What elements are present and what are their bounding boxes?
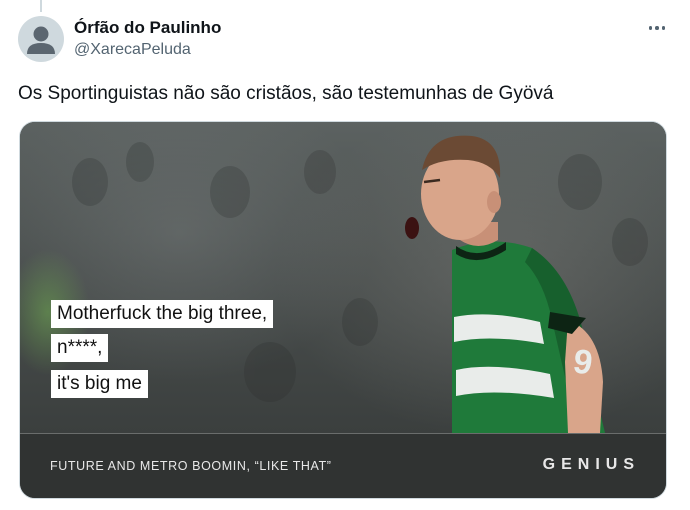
thread-connector-line xyxy=(40,0,42,12)
song-caption: FUTURE AND METRO BOOMIN, “LIKE THAT” xyxy=(50,459,332,473)
lyric-line-1: Motherfuck the big three, xyxy=(51,300,274,328)
lyric-line-3: it's big me xyxy=(51,370,148,398)
avatar[interactable] xyxy=(18,16,64,62)
display-name[interactable]: Órfão do Paulinho xyxy=(74,18,221,38)
tweet-text: Os Sportinguistas não são cristãos, são … xyxy=(18,83,554,104)
lyric-line-2: n****, xyxy=(51,334,109,362)
media-card[interactable]: 9 Motherfuck the big three, n****, it's … xyxy=(19,121,667,499)
more-dots-icon xyxy=(655,26,659,30)
user-handle[interactable]: @XarecaPeluda xyxy=(74,41,191,59)
genius-logo: GENIUS xyxy=(542,456,640,473)
more-options-button[interactable] xyxy=(641,16,673,40)
default-user-icon xyxy=(27,26,55,54)
more-dots-icon xyxy=(648,26,653,30)
more-dots-icon xyxy=(661,26,666,30)
genius-caption-bar: FUTURE AND METRO BOOMIN, “LIKE THAT” GEN… xyxy=(20,433,666,498)
media-image[interactable]: 9 Motherfuck the big three, n****, it's … xyxy=(20,122,666,433)
